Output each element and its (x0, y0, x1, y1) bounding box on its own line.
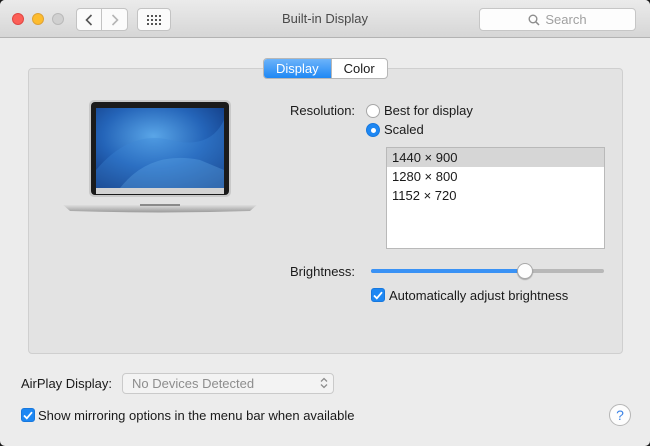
list-item[interactable]: 1280 × 800 (387, 167, 604, 186)
back-button[interactable] (76, 8, 102, 31)
tab-color[interactable]: Color (330, 59, 387, 78)
tab-display[interactable]: Display (264, 59, 331, 78)
titlebar: Built-in Display Search (0, 0, 650, 38)
radio-scaled[interactable] (366, 123, 380, 137)
laptop-image (62, 100, 258, 213)
checkmark-icon (23, 411, 33, 420)
auto-brightness-checkbox[interactable] (371, 288, 385, 302)
list-item[interactable]: 1440 × 900 (387, 148, 604, 167)
airplay-label: AirPlay Display: (21, 376, 113, 391)
search-placeholder: Search (545, 12, 587, 27)
help-button[interactable]: ? (609, 404, 631, 426)
close-button[interactable] (12, 13, 24, 25)
chevron-left-icon (85, 13, 93, 26)
zoom-button[interactable] (52, 13, 64, 25)
forward-button[interactable] (101, 8, 128, 31)
search-field[interactable]: Search (479, 8, 636, 31)
grid-icon (147, 14, 161, 25)
mirroring-checkbox[interactable] (21, 408, 35, 422)
best-for-display-label[interactable]: Best for display (384, 103, 473, 118)
resolution-list[interactable]: 1440 × 900 1280 × 800 1152 × 720 (386, 147, 605, 249)
scaled-label[interactable]: Scaled (384, 122, 424, 137)
checkmark-icon (373, 291, 383, 300)
list-item[interactable]: 1152 × 720 (387, 186, 604, 205)
radio-best-for-display[interactable] (366, 104, 380, 118)
slider-thumb[interactable] (516, 263, 533, 279)
show-all-button[interactable] (137, 8, 171, 31)
resolution-label: Resolution: (290, 103, 356, 118)
search-icon (528, 14, 540, 26)
auto-brightness-label[interactable]: Automatically adjust brightness (389, 288, 568, 303)
brightness-label: Brightness: (290, 264, 356, 279)
chevron-right-icon (111, 13, 119, 26)
updown-arrows-icon (320, 377, 328, 389)
airplay-popup[interactable]: No Devices Detected (122, 373, 334, 394)
tab-control: Display Color (263, 58, 388, 79)
slider-fill (371, 269, 525, 273)
mirroring-label[interactable]: Show mirroring options in the menu bar w… (38, 408, 355, 423)
minimize-button[interactable] (32, 13, 44, 25)
preferences-window: Built-in Display Search Display Color Re… (0, 0, 650, 446)
brightness-slider[interactable] (371, 269, 604, 273)
airplay-value: No Devices Detected (132, 376, 255, 391)
